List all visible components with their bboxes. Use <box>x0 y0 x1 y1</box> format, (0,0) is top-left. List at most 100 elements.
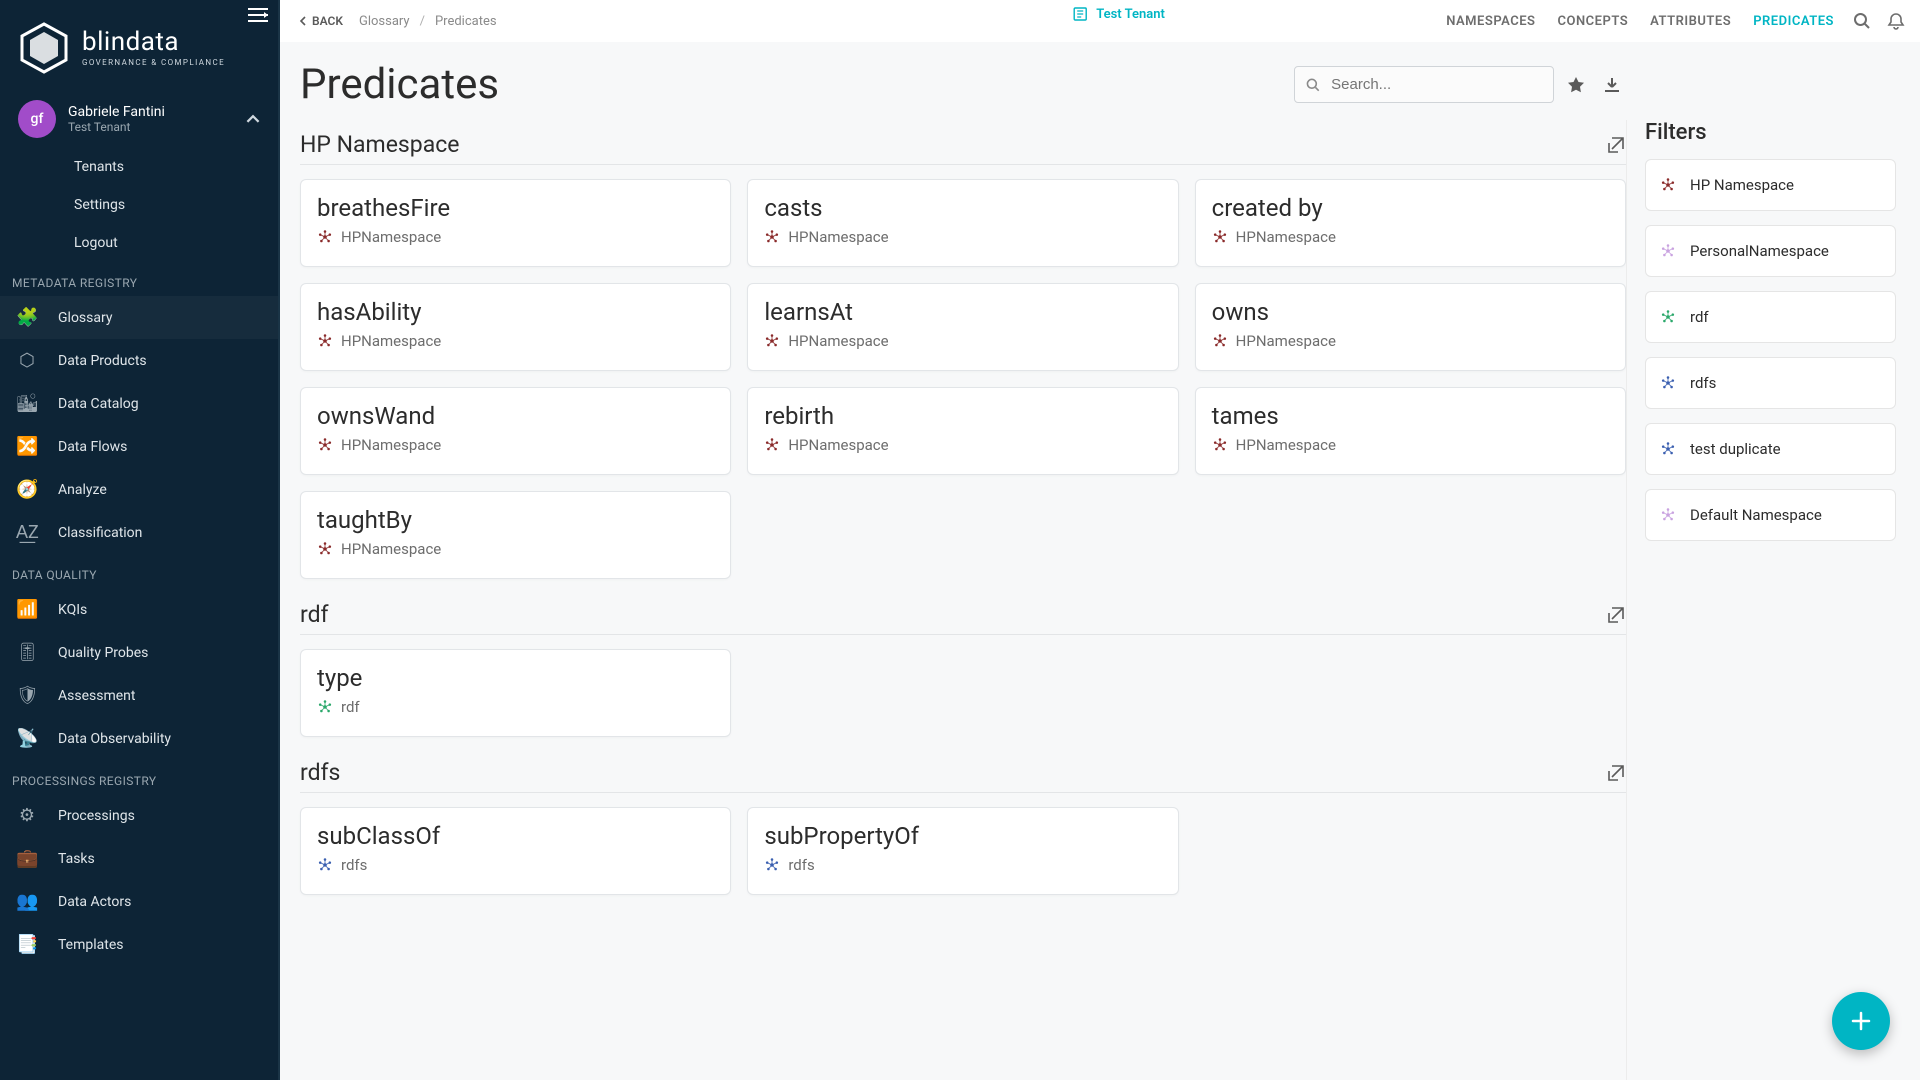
sidebar-item-logout[interactable]: Logout <box>0 224 278 262</box>
sidebar-item-assessment[interactable]: 🛡 Assessment <box>0 674 278 717</box>
filters-title: Filters <box>1645 120 1896 145</box>
avatar: gf <box>18 100 56 138</box>
sidebar-item-tasks[interactable]: 💼Tasks <box>0 837 278 880</box>
predicate-namespace: HPNamespace <box>317 332 714 350</box>
az-icon: A͟Z <box>16 522 38 543</box>
tab-namespaces[interactable]: NAMESPACES <box>1446 14 1535 29</box>
namespace-section: HP Namespace breathesFire HPNamespacecast… <box>300 131 1626 579</box>
sidebar-item-label: Analyze <box>58 482 107 498</box>
sidebar-item-label: Data Products <box>58 353 147 369</box>
sidebar-item-data-flows[interactable]: 🔀 Data Flows <box>0 425 278 468</box>
predicate-card[interactable]: ownsWand HPNamespace <box>300 387 731 475</box>
predicate-name: ownsWand <box>317 402 714 430</box>
tab-concepts[interactable]: CONCEPTS <box>1558 14 1629 29</box>
hub-icon <box>764 857 780 873</box>
radar-icon: 📡 <box>16 728 38 749</box>
top-search-icon[interactable] <box>1852 11 1872 31</box>
shield-icon: 🛡 <box>16 685 38 706</box>
sidebar-item-label: Assessment <box>58 688 135 704</box>
predicate-namespace: HPNamespace <box>1212 228 1609 246</box>
puzzle-icon: 🧩 <box>16 307 38 328</box>
filter-chip[interactable]: rdfs <box>1645 357 1896 409</box>
brand-name: blindata <box>82 29 225 55</box>
open-namespace-icon[interactable] <box>1606 135 1626 155</box>
sidebar-item-kqis[interactable]: 📶 KQIs <box>0 588 278 631</box>
sidebar-item-label: Tasks <box>58 851 95 867</box>
predicate-namespace: HPNamespace <box>317 436 714 454</box>
search-box[interactable] <box>1294 66 1554 103</box>
breadcrumb-glossary[interactable]: Glossary <box>359 14 410 29</box>
namespace-title: HP Namespace <box>300 131 459 158</box>
user-menu-toggle[interactable]: gf Gabriele Fantini Test Tenant <box>0 94 278 148</box>
filter-chip[interactable]: test duplicate <box>1645 423 1896 475</box>
sidebar-item-quality-probes[interactable]: 🎚Quality Probes <box>0 631 278 674</box>
open-namespace-icon[interactable] <box>1606 763 1626 783</box>
predicate-name: learnsAt <box>764 298 1161 326</box>
search-input[interactable] <box>1329 75 1543 94</box>
hub-icon <box>317 857 333 873</box>
compass-icon: 🧭 <box>16 479 38 500</box>
predicate-card[interactable]: hasAbility HPNamespace <box>300 283 731 371</box>
hub-icon <box>764 437 780 453</box>
filter-chip[interactable]: HP Namespace <box>1645 159 1896 211</box>
hub-icon <box>1212 437 1228 453</box>
sidebar-toggle-icon[interactable] <box>248 8 268 22</box>
sidebar-item-data-observability[interactable]: 📡Data Observability <box>0 717 278 760</box>
download-icon[interactable] <box>1598 71 1626 99</box>
add-fab[interactable] <box>1832 992 1890 1050</box>
predicate-namespace: HPNamespace <box>317 540 714 558</box>
sidebar-item-processings[interactable]: ⚙Processings <box>0 794 278 837</box>
sidebar-item-label: Processings <box>58 808 135 824</box>
flow-icon: 🔀 <box>16 436 38 457</box>
predicate-card[interactable]: type rdf <box>300 649 731 737</box>
tab-predicates[interactable]: PREDICATES <box>1753 14 1834 29</box>
predicate-card[interactable]: casts HPNamespace <box>747 179 1178 267</box>
page-title: Predicates <box>300 60 499 109</box>
sidebar-item-glossary[interactable]: 🧩Glossary <box>0 296 278 339</box>
favorite-icon[interactable] <box>1562 71 1590 99</box>
open-namespace-icon[interactable] <box>1606 605 1626 625</box>
notifications-icon[interactable] <box>1886 11 1906 31</box>
user-name: Gabriele Fantini <box>68 104 165 120</box>
main: BACK Glossary / Predicates Test Tenant N… <box>280 0 1920 1080</box>
predicate-card[interactable]: taughtBy HPNamespace <box>300 491 731 579</box>
predicate-card[interactable]: tames HPNamespace <box>1195 387 1626 475</box>
breadcrumb-predicates[interactable]: Predicates <box>435 14 497 29</box>
filter-chip[interactable]: rdf <box>1645 291 1896 343</box>
predicate-card[interactable]: owns HPNamespace <box>1195 283 1626 371</box>
hub-icon <box>1660 177 1676 193</box>
sidebar-item-settings[interactable]: Settings <box>0 186 278 224</box>
sidebar-item-analyze[interactable]: 🧭 Analyze <box>0 468 278 511</box>
tab-attributes[interactable]: ATTRIBUTES <box>1650 14 1731 29</box>
sidebar-item-data-products[interactable]: ⬡Data Products <box>0 339 278 382</box>
tenant-badge[interactable]: Test Tenant <box>1072 6 1165 22</box>
tenant-label: Test Tenant <box>1096 7 1165 22</box>
sidebar-item-label: KQIs <box>58 602 87 618</box>
hub-icon <box>1660 441 1676 457</box>
predicate-name: hasAbility <box>317 298 714 326</box>
sidebar-item-data-catalog[interactable]: 🏙Data Catalog <box>0 382 278 425</box>
sidebar-section-title: METADATA REGISTRY <box>0 262 278 296</box>
sidebar-item-label: Classification <box>58 525 142 541</box>
back-button[interactable]: BACK <box>288 8 353 34</box>
brand-tagline: GOVERNANCE & COMPLIANCE <box>82 59 225 67</box>
sidebar-item-data-actors[interactable]: 👥Data Actors <box>0 880 278 923</box>
predicate-card[interactable]: breathesFire HPNamespace <box>300 179 731 267</box>
sidebar-item-templates[interactable]: 📑Templates <box>0 923 278 966</box>
logo[interactable]: blindata GOVERNANCE & COMPLIANCE <box>0 6 278 94</box>
sidebar-item-label: Data Flows <box>58 439 127 455</box>
predicate-card[interactable]: subPropertyOf rdfs <box>747 807 1178 895</box>
hub-icon <box>317 229 333 245</box>
filter-label: HP Namespace <box>1690 176 1794 194</box>
signal-icon: 📶 <box>16 599 38 620</box>
predicate-card[interactable]: learnsAt HPNamespace <box>747 283 1178 371</box>
predicate-name: created by <box>1212 194 1609 222</box>
sidebar-item-classification[interactable]: A͟Z Classification <box>0 511 278 554</box>
sidebar-item-tenants[interactable]: Tenants <box>0 148 278 186</box>
predicate-card[interactable]: subClassOf rdfs <box>300 807 731 895</box>
predicate-card[interactable]: rebirth HPNamespace <box>747 387 1178 475</box>
filter-chip[interactable]: PersonalNamespace <box>1645 225 1896 277</box>
filter-chip[interactable]: Default Namespace <box>1645 489 1896 541</box>
predicate-name: rebirth <box>764 402 1161 430</box>
predicate-card[interactable]: created by HPNamespace <box>1195 179 1626 267</box>
